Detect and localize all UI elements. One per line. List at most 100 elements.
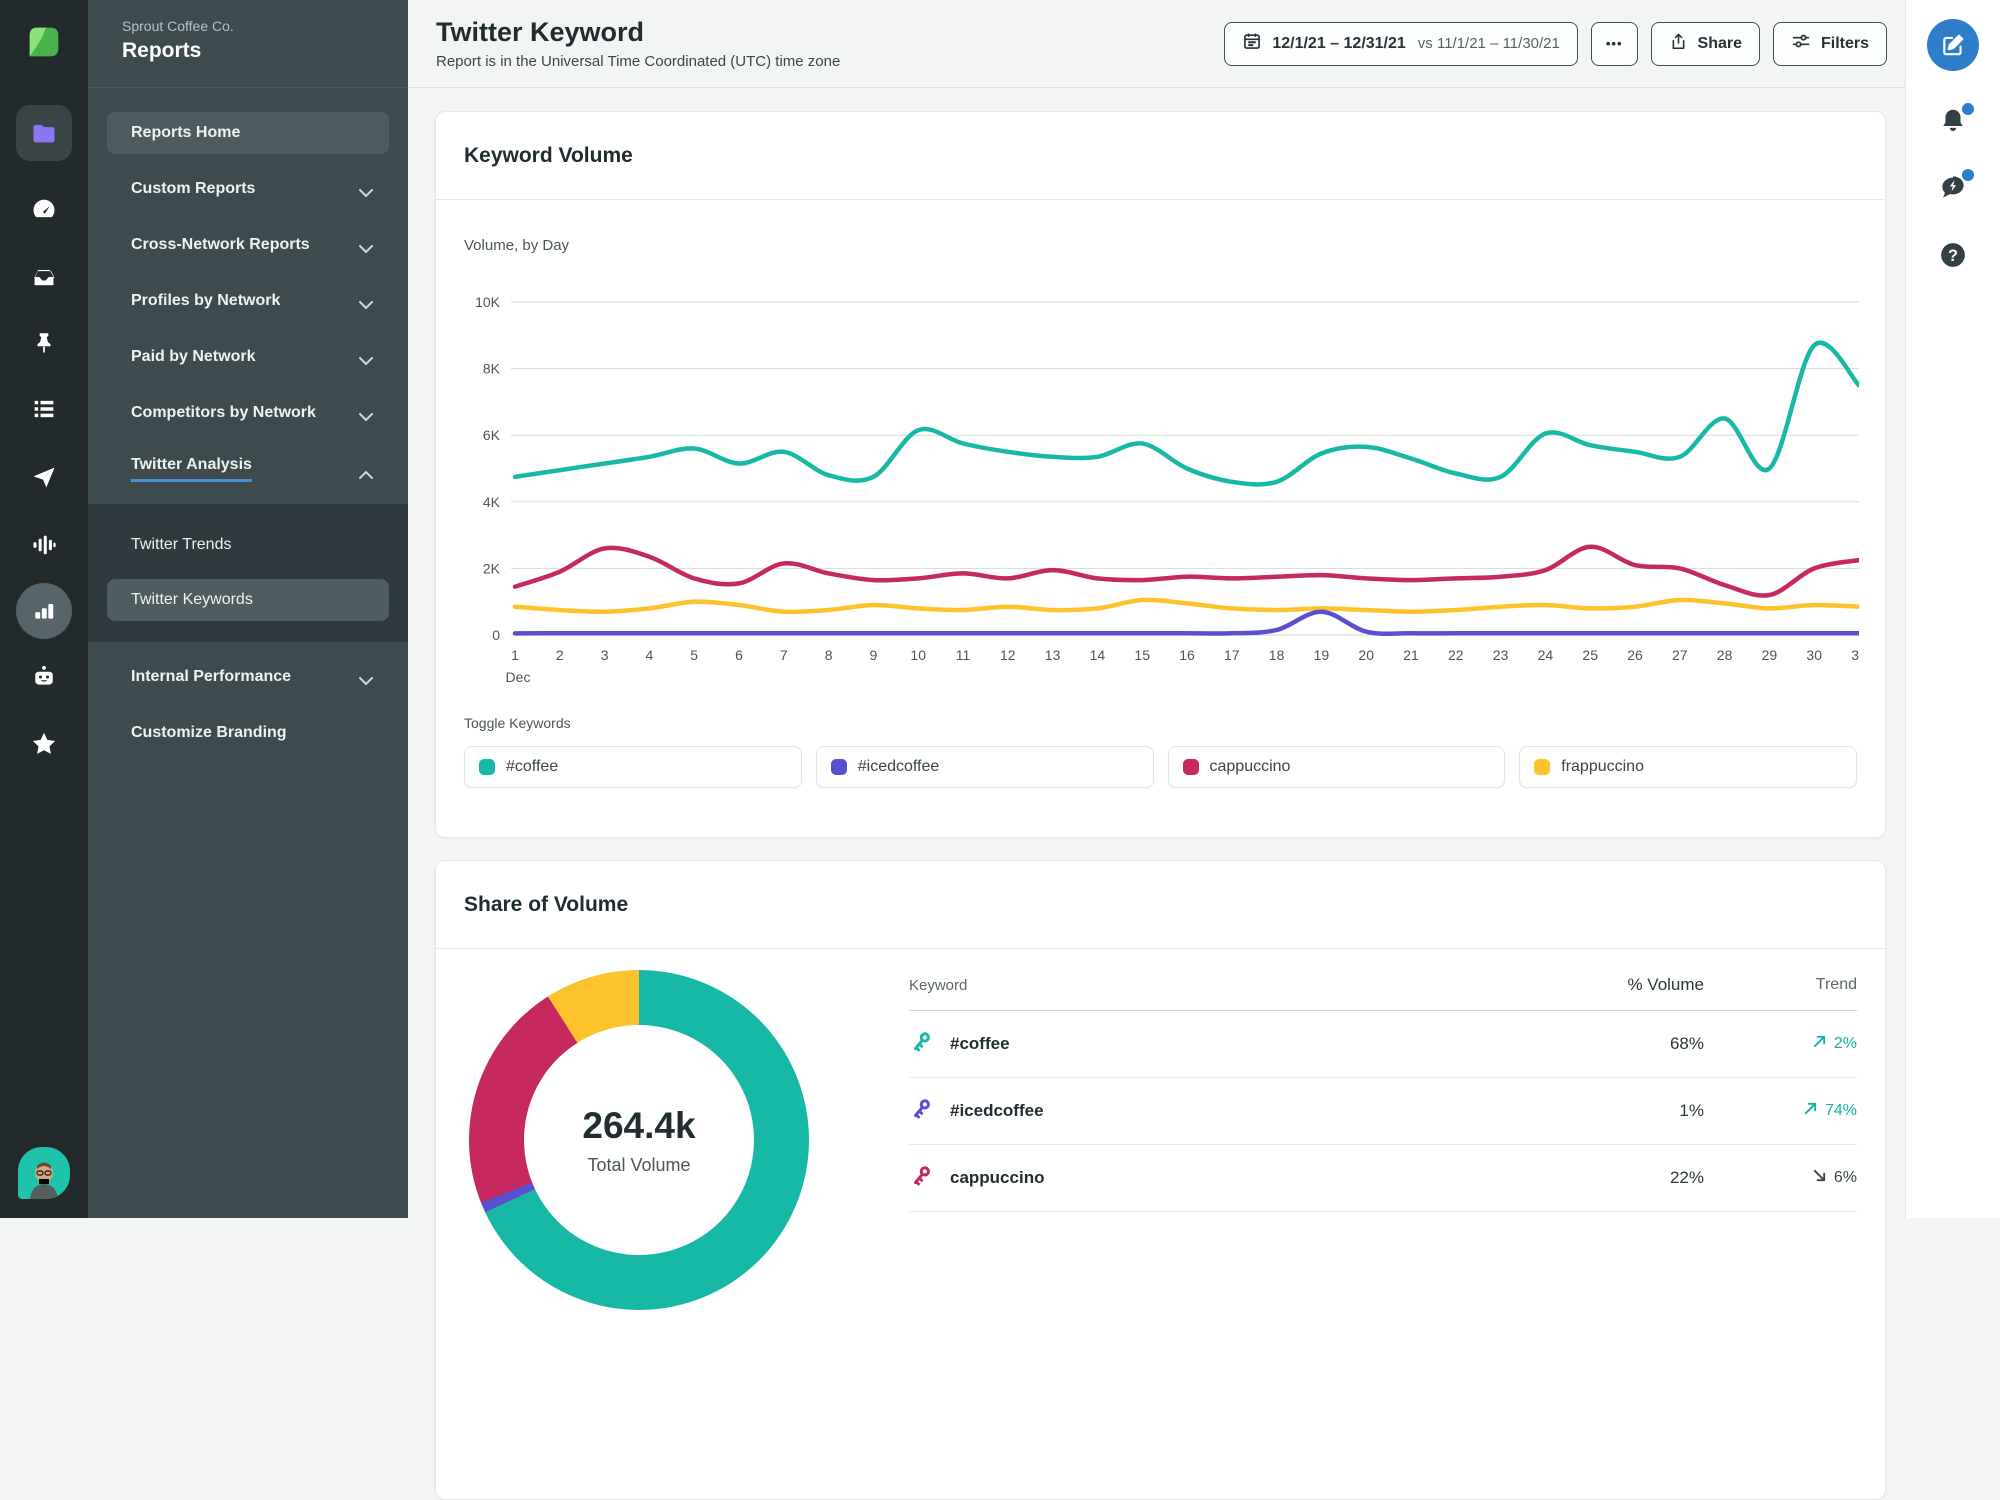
sidebar-item-reports-home[interactable]: Reports Home — [107, 112, 389, 154]
bot-icon[interactable] — [16, 649, 72, 705]
trend-up-icon — [1803, 1101, 1818, 1121]
sidebar-item-paid-by-network[interactable]: Paid by Network — [107, 336, 389, 378]
timezone-note: Report is in the Universal Time Coordina… — [436, 53, 841, 70]
sidebar-header: Sprout Coffee Co. Reports — [88, 0, 408, 88]
pin-icon[interactable] — [16, 315, 72, 371]
icedcoffee-swatch — [830, 759, 847, 775]
filters-icon — [1791, 31, 1811, 56]
svg-text:28: 28 — [1717, 647, 1733, 663]
svg-text:4K: 4K — [483, 494, 501, 510]
share-of-volume-donut[interactable]: 264.4k Total Volume — [469, 970, 809, 1310]
chevron-up-icon — [359, 465, 373, 483]
share-of-volume-table: Keyword % Volume Trend #coffee 68% 2% #i… — [909, 961, 1857, 1310]
calendar-icon — [1242, 31, 1262, 56]
svg-text:21: 21 — [1403, 647, 1419, 663]
share-of-volume-card: Share of Volume 264.4k Total Volume Keyw… — [435, 860, 1886, 1500]
company-name: Sprout Coffee Co. — [122, 18, 234, 34]
svg-text:26: 26 — [1627, 647, 1643, 663]
key-icon — [909, 1097, 933, 1126]
report-header: Twitter Keyword Report is in the Univers… — [408, 0, 1905, 88]
keyword-volume-card: Keyword Volume Volume, by Day 0 2K 4K 6K 8K 1… — [435, 111, 1886, 838]
svg-text:27: 27 — [1672, 647, 1688, 663]
filters-button[interactable]: Filters — [1772, 21, 1887, 66]
sidebar-item-custom-reports[interactable]: Custom Reports — [107, 168, 389, 210]
svg-text:8K: 8K — [483, 361, 501, 377]
sidebar-item-twitter-trends[interactable]: Twitter Trends — [107, 524, 389, 566]
sprout-logo-icon[interactable] — [16, 14, 72, 70]
keyword-volume-line-chart[interactable]: 02K4K6K8K10K1 2 3 4 5 6 7 8 9 10 11 12 13 14 15 16 17 18 1… — [464, 281, 1859, 691]
reports-folder-icon[interactable] — [16, 105, 72, 161]
ellipsis-icon: ••• — [1605, 36, 1623, 51]
dashboard-icon[interactable] — [16, 181, 72, 237]
chevron-down-icon — [359, 673, 373, 691]
coffee-swatch — [479, 759, 495, 775]
svg-text:5: 5 — [690, 647, 698, 663]
svg-text:?: ? — [1948, 247, 1958, 265]
toggle-coffee[interactable]: #coffee — [464, 746, 802, 788]
chevron-down-icon — [359, 353, 373, 371]
publishing-send-icon[interactable] — [16, 449, 72, 505]
notifications-bell-icon[interactable] — [1938, 103, 1974, 138]
sidebar-item-twitter-analysis[interactable]: Twitter Analysis — [107, 448, 389, 490]
date-compare-text: vs 11/1/21 – 11/30/21 — [1417, 35, 1560, 52]
frappuccino-swatch — [1534, 759, 1551, 775]
svg-text:0: 0 — [492, 627, 500, 643]
svg-text:3: 3 — [601, 647, 609, 663]
sidebar-item-internal-performance[interactable]: Internal Performance — [107, 656, 389, 698]
svg-text:10K: 10K — [475, 294, 501, 310]
twitter-analysis-submenu: Twitter Trends Twitter Keywords — [88, 504, 408, 642]
date-range-text: 12/1/21 – 12/31/21 — [1272, 34, 1406, 52]
svg-text:29: 29 — [1762, 647, 1778, 663]
quick-actions-badge — [1962, 169, 1974, 181]
sidebar-item-competitors-by-network[interactable]: Competitors by Network — [107, 392, 389, 434]
cappuccino-swatch — [1182, 759, 1199, 775]
svg-text:4: 4 — [646, 647, 654, 663]
svg-text:18: 18 — [1269, 647, 1285, 663]
svg-text:6: 6 — [735, 647, 743, 663]
svg-text:24: 24 — [1538, 647, 1554, 663]
app-icon-rail — [0, 0, 88, 1218]
svg-text:31: 31 — [1851, 647, 1859, 663]
chevron-down-icon — [359, 241, 373, 259]
reports-bar-chart-icon[interactable] — [16, 583, 72, 639]
toggle-frappuccino[interactable]: frappuccino — [1519, 746, 1857, 788]
trend-up-icon — [1812, 1034, 1827, 1054]
more-actions-button[interactable]: ••• — [1590, 21, 1638, 66]
svg-text:8: 8 — [825, 647, 833, 663]
star-icon[interactable] — [16, 716, 72, 772]
toggle-cappuccino[interactable]: cappuccino — [1167, 746, 1506, 788]
svg-text:7: 7 — [780, 647, 788, 663]
sidebar-item-cross-network-reports[interactable]: Cross-Network Reports — [107, 224, 389, 266]
trend-down-icon — [1812, 1168, 1827, 1188]
table-row-coffee[interactable]: #coffee 68% 2% — [909, 1011, 1857, 1078]
list-icon[interactable] — [16, 381, 72, 437]
svg-text:Dec: Dec — [506, 669, 531, 685]
svg-text:10: 10 — [910, 647, 926, 663]
sidebar-item-profiles-by-network[interactable]: Profiles by Network — [107, 280, 389, 322]
date-range-button[interactable]: 12/1/21 – 12/31/21 vs 11/1/21 – 11/30/21 — [1224, 21, 1578, 66]
svg-text:12: 12 — [1000, 647, 1016, 663]
inbox-icon[interactable] — [16, 249, 72, 305]
toggle-icedcoffee[interactable]: #icedcoffee — [815, 746, 1154, 788]
sidebar-title: Reports — [122, 39, 202, 62]
chevron-down-icon — [359, 409, 373, 427]
keyword-toggles: #coffee #icedcoffee cappuccino frappucci… — [464, 746, 1857, 837]
svg-text:25: 25 — [1582, 647, 1598, 663]
compose-button[interactable] — [1927, 19, 1979, 71]
sidebar-item-customize-branding[interactable]: Customize Branding — [107, 712, 389, 754]
main-content: Twitter Keyword Report is in the Univers… — [408, 0, 1905, 1500]
share-button[interactable]: Share — [1650, 21, 1760, 66]
toggle-keywords-label: Toggle Keywords — [464, 715, 571, 731]
sidebar-item-twitter-keywords[interactable]: Twitter Keywords — [107, 579, 389, 621]
col-keyword: Keyword — [909, 976, 968, 994]
help-icon[interactable]: ? — [1938, 240, 1970, 272]
quick-actions-chat-icon[interactable] — [1938, 169, 1974, 204]
table-row-icedcoffee[interactable]: #icedcoffee 1% 74% — [909, 1078, 1857, 1145]
user-avatar[interactable] — [16, 1145, 72, 1201]
table-row-cappuccino[interactable]: cappuccino 22% 6% — [909, 1145, 1857, 1212]
svg-text:15: 15 — [1134, 647, 1150, 663]
reports-sidebar: Sprout Coffee Co. Reports Reports Home C… — [88, 0, 408, 1218]
listening-waveform-icon[interactable] — [16, 517, 72, 573]
col-trend: Trend — [1815, 976, 1857, 993]
svg-text:17: 17 — [1224, 647, 1240, 663]
